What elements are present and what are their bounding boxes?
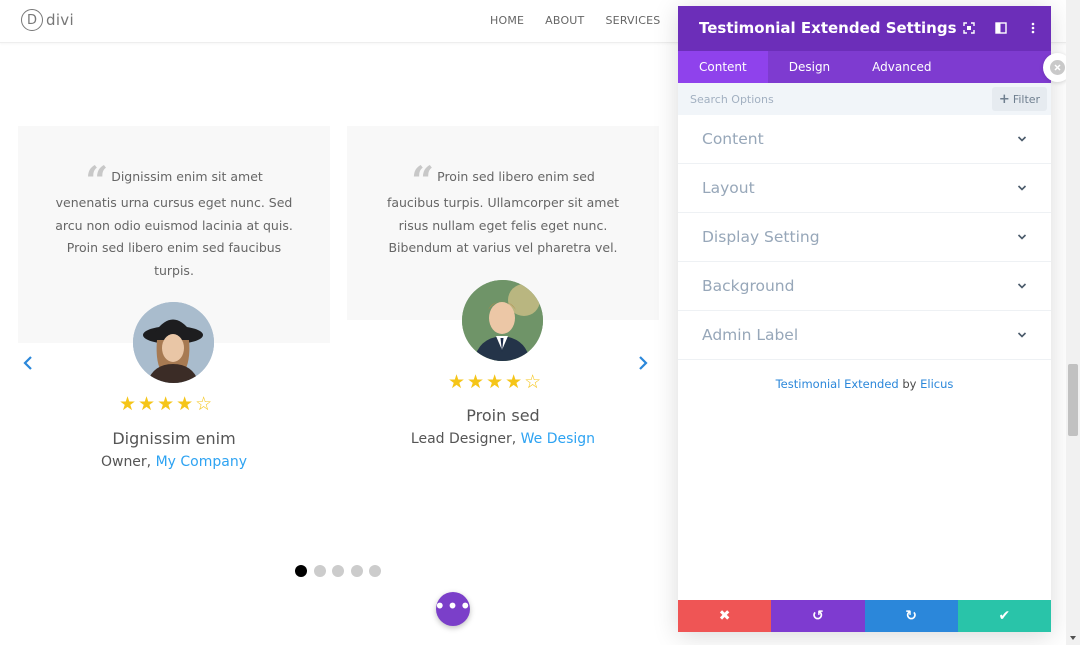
testimonial-quote: “Proin sed libero enim sed faucibus turp… <box>386 158 620 256</box>
redo-icon: ↻ <box>905 608 917 624</box>
chevron-down-icon <box>1017 332 1027 338</box>
nav-about[interactable]: ABOUT <box>545 14 584 27</box>
panel-header-icons <box>945 20 1041 36</box>
section-content[interactable]: Content <box>678 115 1051 164</box>
carousel-prev-icon[interactable] <box>23 355 33 376</box>
tab-content[interactable]: Content <box>678 51 768 83</box>
module-credit: Testimonial Extended by Elicus <box>775 377 954 391</box>
panel-footer: ✖ ↺ ↻ ✔ <box>678 600 1051 632</box>
panel-header: Testimonial Extended Settings <box>678 6 1051 51</box>
settings-panel: Testimonial Extended Settings Content De… <box>678 6 1051 632</box>
chevron-down-icon <box>1017 185 1027 191</box>
plus-icon: + <box>998 91 1010 107</box>
redo-button[interactable]: ↻ <box>864 600 958 632</box>
testimonial-role-2: Lead Designer, We Design <box>410 431 596 447</box>
portrait-woman-icon <box>133 302 214 383</box>
testimonial-name-1: Dignissim enim <box>112 429 236 448</box>
chevron-down-icon <box>1017 136 1027 142</box>
section-background[interactable]: Background <box>678 262 1051 311</box>
close-icon <box>1050 60 1065 75</box>
main-nav: HOME ABOUT SERVICES P <box>490 14 709 27</box>
panel-title: Testimonial Extended Settings <box>699 19 957 37</box>
chevron-down-icon <box>1017 283 1027 289</box>
more-dots-icon: ••• <box>433 594 473 618</box>
undo-button[interactable]: ↺ <box>771 600 865 632</box>
nav-services[interactable]: SERVICES <box>605 14 660 27</box>
undo-icon: ↺ <box>812 608 824 624</box>
panel-tabs: Content Design Advanced <box>678 51 1051 83</box>
section-display-setting[interactable]: Display Setting <box>678 213 1051 262</box>
testimonial-quote: “Dignissim enim sit amet venenatis urna … <box>55 158 293 278</box>
search-options-input[interactable] <box>690 89 980 109</box>
product-link[interactable]: Testimonial Extended <box>776 377 899 391</box>
company-link[interactable]: We Design <box>521 431 595 447</box>
page-scrollbar-track[interactable] <box>1066 0 1080 645</box>
scroll-down-arrow-icon[interactable] <box>1068 633 1078 643</box>
company-link[interactable]: My Company <box>156 454 247 470</box>
tab-advanced[interactable]: Advanced <box>851 51 952 83</box>
page-scrollbar-thumb[interactable] <box>1068 364 1078 436</box>
carousel-dot-4[interactable] <box>350 565 363 577</box>
builder-menu-button[interactable]: ••• <box>433 592 473 626</box>
carousel-dot-2[interactable] <box>313 565 326 577</box>
rating-stars-2: ★★★★☆ <box>448 371 544 393</box>
rating-stars-1: ★★★★☆ <box>119 393 215 415</box>
checkmark-icon: ✔ <box>998 608 1011 624</box>
search-bar: + Filter <box>678 83 1051 115</box>
portrait-man-icon <box>462 280 543 361</box>
logo-text: divi <box>46 11 74 29</box>
testimonial-role-1: Owner, My Company <box>100 454 248 470</box>
carousel-dot-1[interactable] <box>295 565 307 577</box>
quote-icon: “ <box>411 158 434 205</box>
testimonial-avatar-1 <box>133 302 214 383</box>
vendor-link[interactable]: Elicus <box>920 377 953 391</box>
section-admin-label[interactable]: Admin Label <box>678 311 1051 360</box>
discard-button[interactable]: ✖ <box>678 600 772 632</box>
carousel-dot-3[interactable] <box>332 565 344 577</box>
site-logo[interactable]: D divi <box>21 9 74 31</box>
split-view-icon[interactable] <box>993 20 1009 36</box>
quote-icon: “ <box>85 158 108 205</box>
testimonial-name-2: Proin sed <box>466 406 540 425</box>
kebab-menu-icon[interactable] <box>1025 20 1041 36</box>
testimonial-avatar-2 <box>462 280 543 361</box>
chevron-down-icon <box>1017 234 1027 240</box>
tab-design[interactable]: Design <box>768 51 851 83</box>
filter-button[interactable]: + Filter <box>992 87 1047 111</box>
nav-home[interactable]: HOME <box>490 14 524 27</box>
carousel-next-icon[interactable] <box>638 355 648 376</box>
carousel-dots <box>295 565 388 577</box>
close-icon: ✖ <box>718 608 731 624</box>
carousel-dot-5[interactable] <box>369 565 381 577</box>
fullscreen-icon[interactable] <box>961 20 977 36</box>
logo-mark: D <box>21 9 43 31</box>
save-button[interactable]: ✔ <box>957 600 1051 632</box>
section-layout[interactable]: Layout <box>678 164 1051 213</box>
